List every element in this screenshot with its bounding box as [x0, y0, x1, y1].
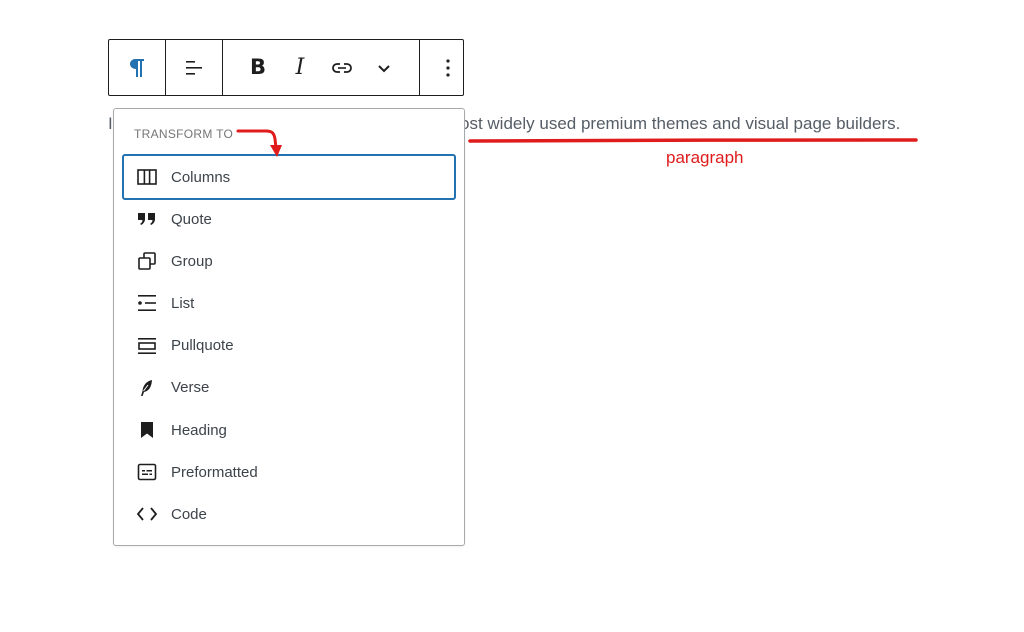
transform-item-columns[interactable]: Columns	[122, 154, 456, 200]
vertical-ellipsis-icon	[446, 58, 450, 77]
transform-item-preformatted[interactable]: Preformatted	[122, 451, 456, 493]
preformatted-icon	[136, 461, 158, 483]
annotation-underline	[468, 138, 918, 143]
transform-item-label: Code	[171, 505, 207, 523]
heading-icon	[136, 419, 158, 441]
transform-item-label: List	[171, 294, 195, 312]
transform-heading: TRANSFORM TO	[134, 127, 234, 141]
transform-item-label: Preformatted	[171, 463, 258, 481]
transform-item-label: Heading	[171, 421, 227, 439]
bold-button[interactable]: B	[237, 40, 279, 95]
transform-item-quote[interactable]: Quote	[122, 198, 456, 240]
bold-label: B	[249, 55, 266, 79]
columns-icon	[136, 166, 158, 188]
transform-item-label: Columns	[171, 168, 231, 186]
transform-item-label: Verse	[171, 379, 210, 397]
transform-item-label: Pullquote	[171, 337, 234, 355]
quote-icon	[136, 208, 158, 230]
link-icon	[332, 62, 352, 73]
transform-item-verse[interactable]: Verse	[122, 367, 456, 409]
verse-icon	[136, 377, 158, 399]
format-group: B I	[223, 40, 420, 95]
transform-item-pullquote[interactable]: Pullquote	[122, 325, 456, 367]
options-group	[420, 40, 476, 95]
italic-label: I	[295, 54, 305, 80]
transform-item-label: Quote	[171, 210, 212, 228]
transform-dropdown: TRANSFORM TO Columns Quote Group List Pu…	[113, 108, 465, 546]
annotation-label: paragraph	[666, 148, 744, 167]
italic-button[interactable]: I	[279, 40, 321, 95]
transform-item-code[interactable]: Code	[122, 493, 456, 535]
paragraph-trailing-text: ost widely used premium themes and visua…	[460, 114, 901, 133]
paragraph-icon	[130, 58, 144, 77]
pullquote-icon	[136, 335, 158, 357]
transform-item-label: Group	[171, 252, 213, 270]
group-icon	[136, 250, 158, 272]
transform-item-heading[interactable]: Heading	[122, 409, 456, 451]
options-button[interactable]	[420, 40, 476, 95]
paragraph-block-button[interactable]	[109, 40, 165, 95]
transform-item-group[interactable]: Group	[122, 240, 456, 282]
align-group	[166, 40, 223, 95]
block-type-group	[109, 40, 166, 95]
link-button[interactable]	[321, 40, 363, 95]
transform-list: Columns Quote Group List Pullquote Verse…	[122, 154, 456, 536]
chevron-down-icon	[378, 64, 390, 72]
transform-item-list[interactable]: List	[122, 282, 456, 324]
align-left-icon	[186, 60, 202, 75]
block-toolbar: B I	[108, 39, 464, 96]
more-formats-button[interactable]	[363, 40, 405, 95]
list-icon	[136, 292, 158, 314]
align-button[interactable]	[166, 40, 222, 95]
code-icon	[136, 503, 158, 525]
